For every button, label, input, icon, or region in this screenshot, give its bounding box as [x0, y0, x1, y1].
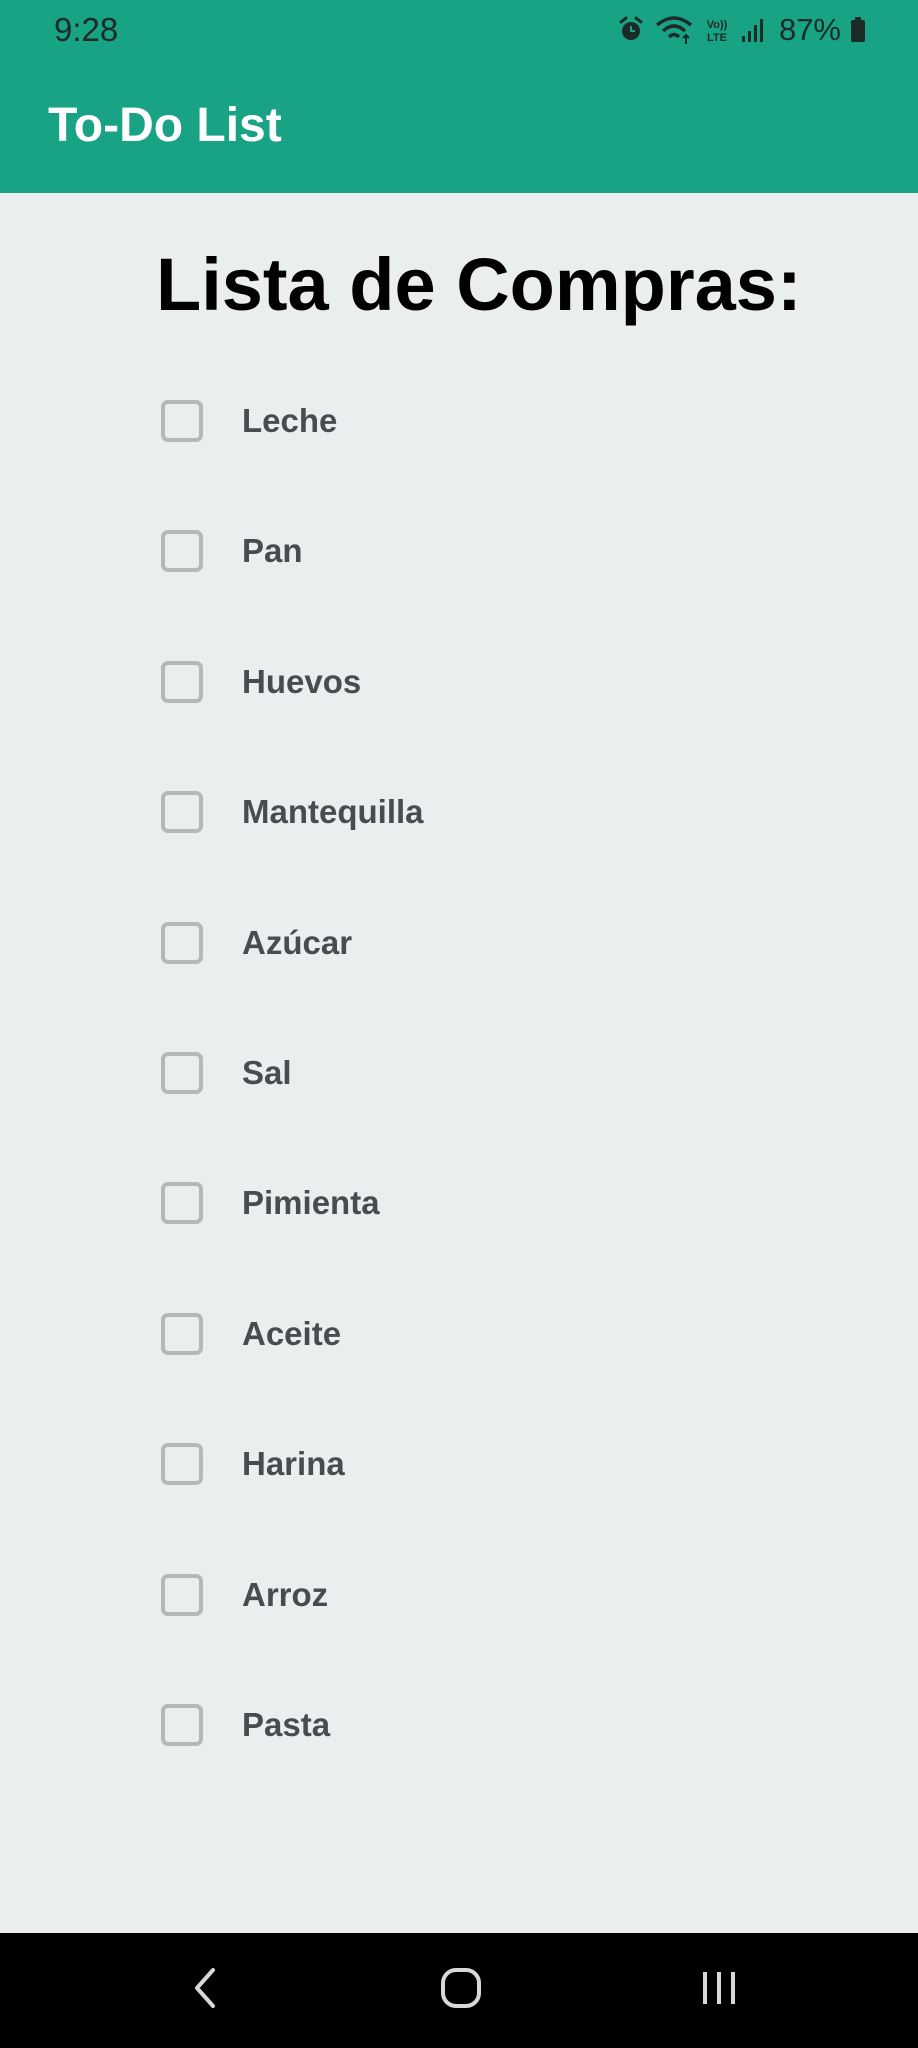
shopping-list: Leche Pan Huevos Mantequilla Azúcar Sal …: [0, 383, 918, 1817]
signal-icon: [740, 16, 766, 44]
recents-button[interactable]: [659, 1933, 779, 2048]
status-time: 9:28: [54, 11, 119, 48]
app-bar: To-Do List: [0, 62, 918, 193]
list-item[interactable]: Azúcar: [0, 905, 918, 1035]
list-item[interactable]: Pimienta: [0, 1165, 918, 1295]
item-label: Arroz: [242, 1575, 329, 1613]
app-title: To-Do List: [48, 99, 282, 152]
back-button[interactable]: [146, 1933, 266, 2048]
list-item[interactable]: Sal: [0, 1035, 918, 1165]
list-item[interactable]: Harina: [0, 1426, 918, 1556]
wifi-icon: [654, 15, 694, 45]
item-label: Pasta: [242, 1705, 331, 1743]
alarm-icon: [617, 16, 645, 44]
item-checkbox[interactable]: [161, 400, 203, 442]
item-label: Harina: [242, 1445, 345, 1483]
list-item[interactable]: Leche: [0, 383, 918, 513]
home-icon: [439, 1966, 483, 2015]
item-checkbox[interactable]: [161, 660, 203, 703]
item-checkbox[interactable]: [161, 1573, 203, 1616]
list-item[interactable]: Huevos: [0, 644, 918, 774]
recents-icon: [699, 1968, 739, 2013]
home-button[interactable]: [401, 1933, 521, 2048]
item-checkbox[interactable]: [161, 1051, 203, 1094]
item-label: Leche: [242, 402, 338, 439]
list-item[interactable]: Pasta: [0, 1687, 918, 1817]
svg-text:LTE: LTE: [707, 32, 727, 44]
item-label: Huevos: [242, 662, 362, 700]
status-icons: Vo)) LTE 87%: [617, 10, 866, 50]
back-icon: [191, 1966, 221, 2015]
item-label: Mantequilla: [242, 793, 424, 831]
item-label: Aceite: [242, 1314, 342, 1352]
battery-icon: [850, 16, 866, 44]
item-checkbox[interactable]: [161, 1703, 203, 1746]
item-checkbox[interactable]: [161, 1312, 203, 1355]
item-checkbox[interactable]: [161, 921, 203, 964]
list-item[interactable]: Aceite: [0, 1296, 918, 1426]
item-checkbox[interactable]: [161, 1443, 203, 1486]
item-checkbox[interactable]: [161, 530, 203, 573]
item-label: Pimienta: [242, 1184, 380, 1222]
status-bar: 9:28 Vo)) LTE 87%: [0, 0, 918, 62]
list-item[interactable]: Mantequilla: [0, 774, 918, 904]
item-label: Pan: [242, 532, 303, 570]
item-label: Sal: [242, 1053, 292, 1091]
main-content: Lista de Compras: Leche Pan Huevos Mante…: [0, 193, 918, 1933]
svg-text:Vo)): Vo)): [707, 19, 728, 31]
item-checkbox[interactable]: [161, 1182, 203, 1225]
volte-icon: Vo)) LTE: [703, 16, 731, 44]
item-label: Azúcar: [242, 923, 353, 961]
list-item[interactable]: Arroz: [0, 1557, 918, 1687]
list-item[interactable]: Pan: [0, 513, 918, 643]
system-nav-bar: [0, 1933, 918, 2048]
battery-percentage: 87%: [778, 12, 841, 47]
page-title: Lista de Compras:: [156, 243, 802, 326]
item-checkbox[interactable]: [161, 791, 203, 834]
